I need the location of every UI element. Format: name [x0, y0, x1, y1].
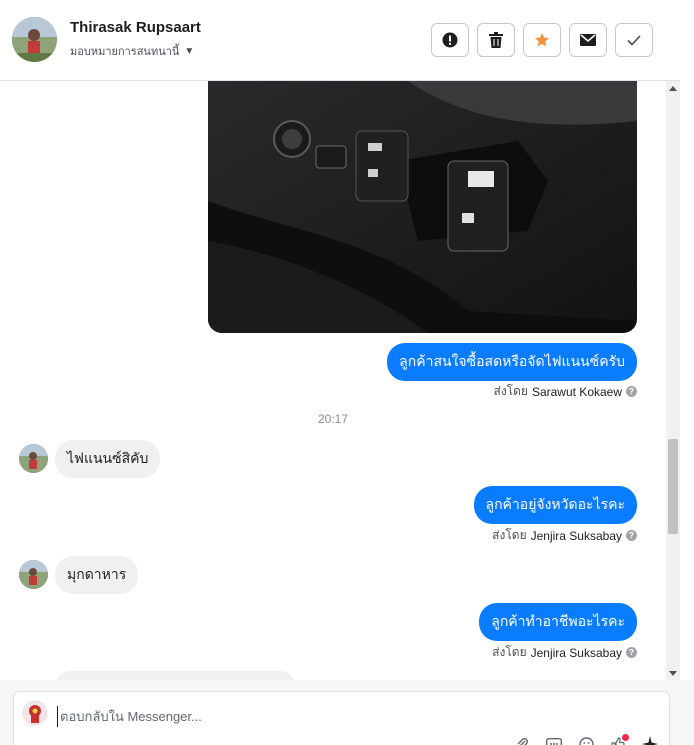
help-icon[interactable]: ? — [626, 386, 637, 397]
emoji-icon[interactable] — [577, 735, 595, 745]
conversation-header: Thirasak Rupsaart มอบหมายการสนทนานี้ ▼ — [0, 0, 680, 81]
sender-name: Sarawut Kokaew — [531, 384, 622, 399]
outgoing-message-bubble[interactable]: ลูกค้าอยู่จังหวัดอะไรคะ — [473, 486, 637, 524]
contact-avatar-small[interactable] — [19, 560, 48, 589]
star-icon — [535, 33, 549, 47]
assign-label: มอบหมายการสนทนานี้ — [70, 46, 180, 58]
contact-avatar-small[interactable] — [19, 444, 48, 473]
mark-spam-button[interactable] — [431, 23, 469, 57]
incoming-message-bubble[interactable]: ไฟแนนซ์สิคับ — [55, 440, 161, 478]
mark-unread-button[interactable] — [569, 23, 607, 57]
sent-by-info: ส่งโดย Sarawut Kokaew ? — [493, 382, 637, 401]
outgoing-message-bubble[interactable]: ลูกค้าทำอาชีพอะไรคะ — [479, 603, 637, 641]
notification-dot — [622, 734, 629, 741]
scroll-up-arrow-icon[interactable] — [669, 86, 677, 91]
help-icon[interactable]: ? — [626, 530, 637, 541]
incoming-message-bubble-partial[interactable] — [55, 671, 295, 680]
alert-icon — [442, 32, 458, 48]
thread-scrollbar[interactable] — [666, 81, 680, 680]
sent-by-prefix: ส่งโดย — [493, 384, 528, 398]
sender-name: Jenjira Suksabay — [530, 645, 622, 660]
sender-name: Jenjira Suksabay — [530, 528, 622, 543]
outgoing-message-bubble[interactable]: ลูกค้าสนใจซื้อสดหรือจัดไฟแนนซ์ครับ — [387, 343, 637, 381]
sent-by-info: ส่งโดย Jenjira Suksabay ? — [492, 643, 637, 662]
assign-conversation-dropdown[interactable]: มอบหมายการสนทนานี้ ▼ — [70, 42, 194, 60]
message-thread[interactable]: ลูกค้าสนใจซื้อสดหรือจัดไฟแนนซ์ครับ ส่งโด… — [0, 81, 666, 680]
mark-done-button[interactable] — [615, 23, 653, 57]
saved-replies-icon[interactable] — [545, 735, 563, 745]
composer-tools — [513, 735, 659, 745]
attachment-icon[interactable] — [513, 735, 531, 745]
sent-by-prefix: ส่งโดย — [492, 528, 527, 542]
reply-composer[interactable]: ตอบกลับใน Messenger... — [13, 691, 670, 745]
chevron-down-icon: ▼ — [184, 45, 195, 57]
scrollbar-thumb[interactable] — [668, 439, 678, 534]
scroll-down-arrow-icon[interactable] — [669, 671, 677, 676]
help-icon[interactable]: ? — [626, 647, 637, 658]
contact-name[interactable]: Thirasak Rupsaart — [70, 19, 201, 36]
delete-button[interactable] — [477, 23, 515, 57]
sparkle-icon[interactable] — [641, 735, 659, 745]
checkmark-icon — [627, 34, 641, 46]
incoming-message-bubble[interactable]: มุกดาหาร — [55, 556, 139, 594]
reply-input[interactable]: ตอบกลับใน Messenger... — [57, 706, 202, 727]
trash-icon — [489, 32, 503, 48]
contact-avatar[interactable] — [12, 17, 57, 62]
page-avatar — [23, 701, 47, 725]
star-button[interactable] — [523, 23, 561, 57]
header-actions — [431, 23, 653, 57]
message-timestamp: 20:17 — [317, 412, 349, 426]
attached-photo[interactable] — [208, 81, 637, 333]
envelope-icon — [580, 34, 596, 46]
sent-by-info: ส่งโดย Jenjira Suksabay ? — [492, 526, 637, 545]
sent-by-prefix: ส่งโดย — [492, 645, 527, 659]
